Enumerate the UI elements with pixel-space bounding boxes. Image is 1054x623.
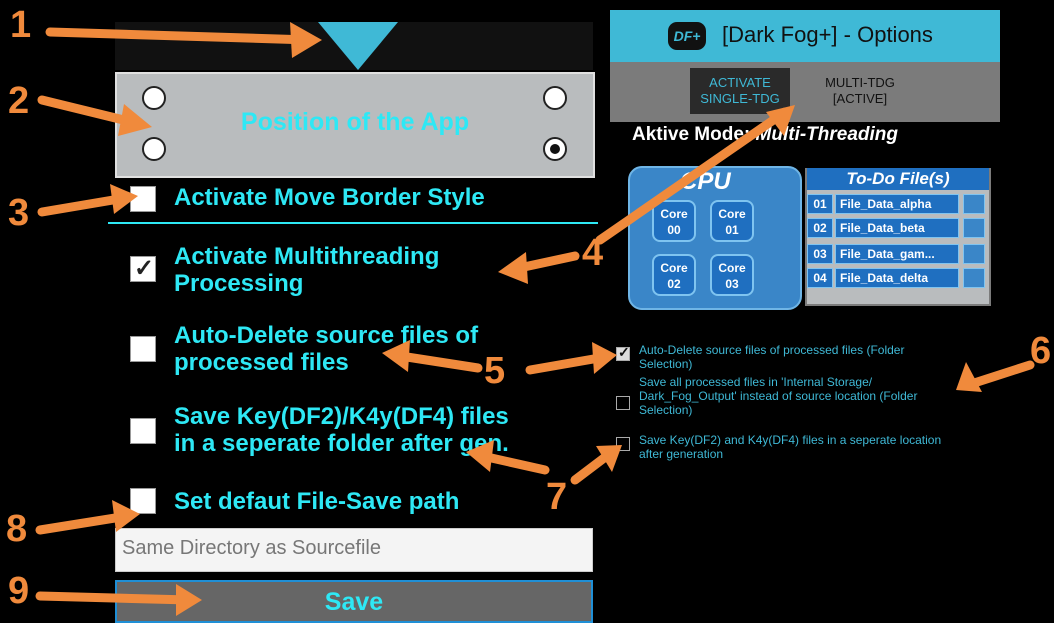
arrowhead-9 — [176, 584, 202, 616]
arrow-9 — [35, 591, 195, 605]
annotation-number: 6 — [1030, 330, 1052, 372]
arrowhead-5-left — [382, 340, 410, 372]
arrowhead-7-left — [466, 440, 494, 472]
annotation-number: 8 — [6, 508, 28, 550]
arrowhead-1 — [290, 22, 322, 58]
annotation-number: 7 — [546, 476, 568, 518]
arrowhead-4-left — [498, 252, 528, 284]
arrowhead-2 — [118, 104, 152, 136]
arrowhead-5-right — [592, 342, 617, 374]
annotation-number: 1 — [10, 4, 32, 46]
arrowhead-3 — [110, 184, 138, 214]
arrow-1 — [45, 27, 315, 45]
annotation-number: 4 — [582, 232, 604, 274]
annotation-number: 2 — [8, 80, 30, 122]
annotation-number: 3 — [8, 192, 30, 234]
arrow-6 — [963, 360, 1035, 390]
arrow-4-up — [595, 107, 790, 245]
annotation-number: 5 — [484, 350, 506, 392]
annotation-number: 9 — [8, 570, 30, 612]
arrowhead-8 — [112, 500, 140, 532]
annotation-arrows — [35, 22, 1035, 616]
arrowhead-6 — [956, 362, 982, 392]
